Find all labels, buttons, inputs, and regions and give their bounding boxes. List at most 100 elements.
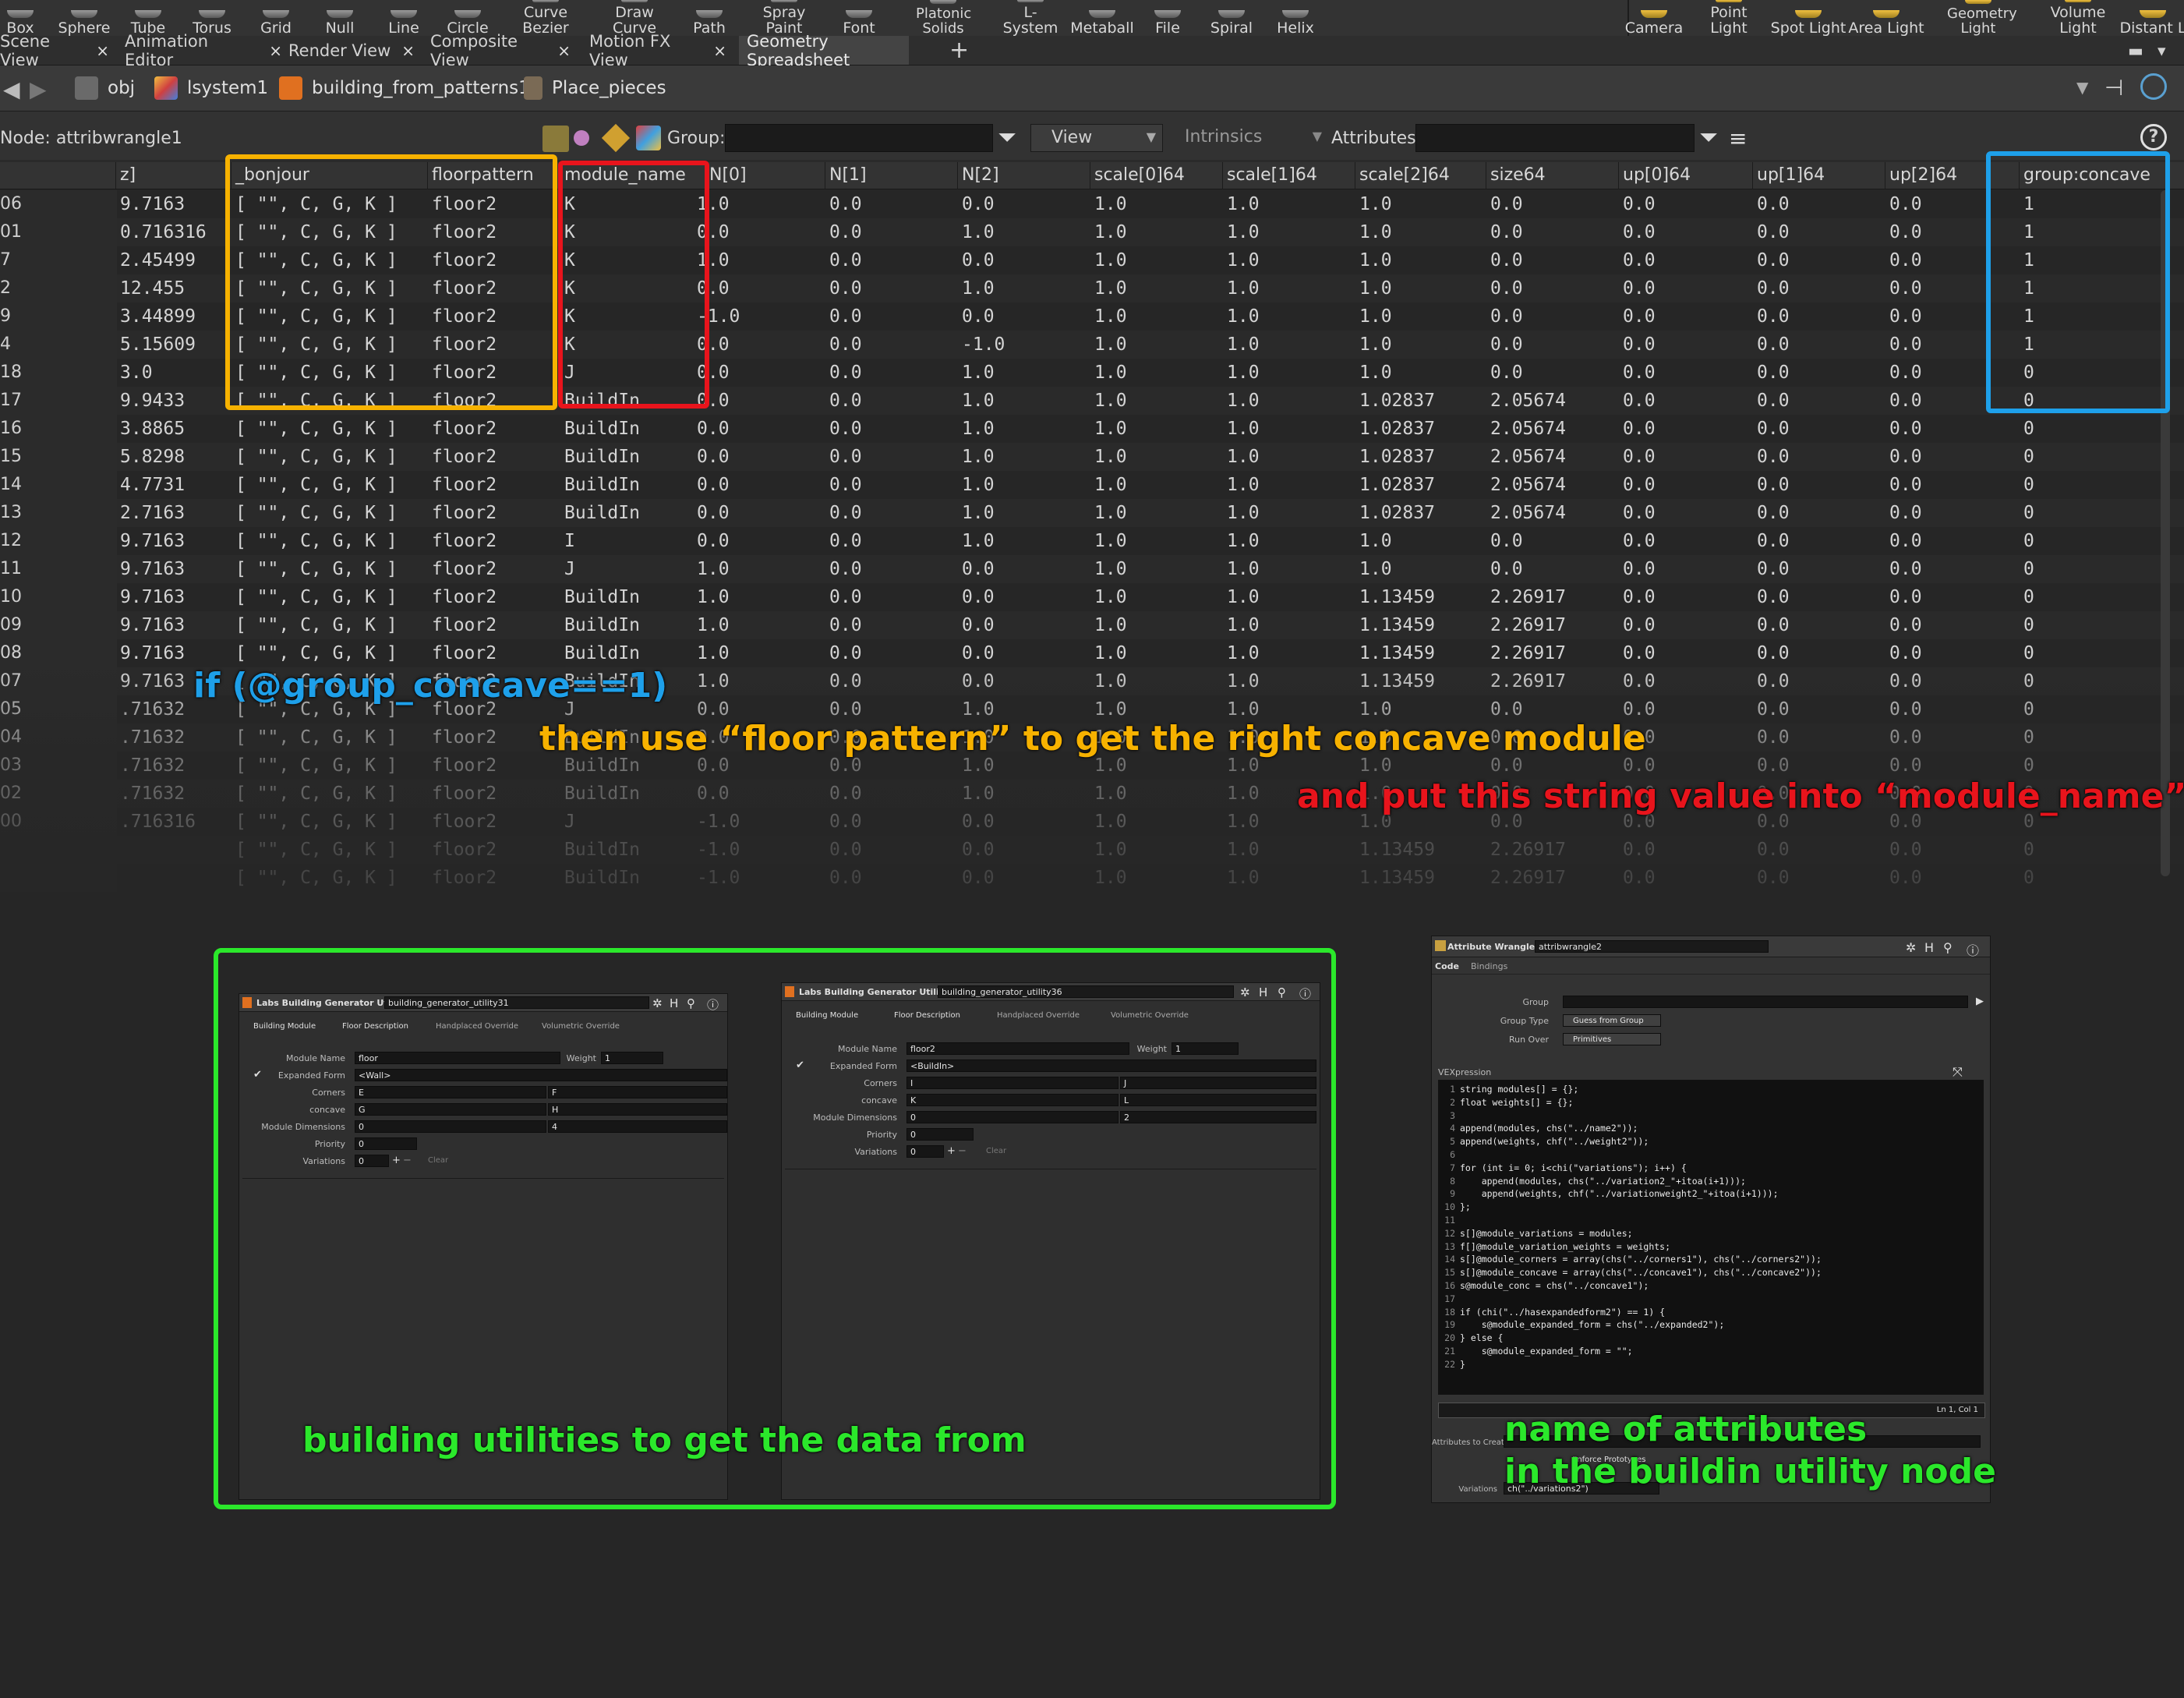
h-icon[interactable]: H xyxy=(1924,940,1934,955)
search-icon[interactable]: ⚲ xyxy=(687,996,695,1010)
group-filter-icon[interactable]: ⏷ xyxy=(998,124,1016,151)
column-header[interactable]: up[2]64 xyxy=(1889,165,1957,185)
table-row[interactable]: 15 5.8298 [ "", C, G, K ] floor2 BuildIn 0.0 0… xyxy=(0,443,2184,471)
column-header[interactable]: N[2] xyxy=(962,165,999,185)
shelf-light-tool-1[interactable]: Point Light xyxy=(1690,0,1768,36)
crumb-obj[interactable]: obj xyxy=(75,73,135,103)
shelf-light-tool-6[interactable]: Distant L xyxy=(2114,0,2184,36)
close-icon[interactable]: × xyxy=(713,41,726,60)
view-dropdown[interactable]: View ▼ xyxy=(1030,124,1163,152)
shelf-tool-10[interactable]: Path xyxy=(678,0,740,36)
primitives-mode-icon[interactable] xyxy=(601,123,631,153)
link-icon[interactable] xyxy=(2140,73,2167,100)
group-field[interactable] xyxy=(1563,996,1968,1008)
add-variation-icon[interactable]: + xyxy=(392,1155,401,1166)
shelf-light-tool-2[interactable]: Spot Light xyxy=(1769,0,1847,36)
table-row[interactable]: 13 2.7163 [ "", C, G, K ] floor2 BuildIn 0.0 0… xyxy=(0,499,2184,527)
shelf-tool-3[interactable]: Torus xyxy=(181,0,243,36)
column-divider[interactable] xyxy=(1752,162,1753,189)
shelf-tool-12[interactable]: Font xyxy=(828,0,890,36)
tab-handplaced-override[interactable]: Handplaced Override xyxy=(997,1011,1080,1020)
table-row[interactable]: 10 9.7163 [ "", C, G, K ] floor2 BuildIn 1.0 0… xyxy=(0,583,2184,611)
column-header[interactable]: size64 xyxy=(1490,165,1546,185)
attributes-filter-icon[interactable]: ⏷ xyxy=(1699,124,1718,151)
module-name-field[interactable]: floor xyxy=(355,1052,560,1064)
variations-field[interactable]: 0 xyxy=(906,1145,944,1158)
tab-scene-view[interactable]: Scene View × xyxy=(0,32,117,69)
gear-icon[interactable]: ✲ xyxy=(652,996,663,1010)
priority-field[interactable]: 0 xyxy=(355,1137,417,1150)
column-divider[interactable] xyxy=(115,162,116,189)
column-header[interactable]: scale[2]64 xyxy=(1359,165,1450,185)
expanded-form-field[interactable]: <BuildIn> xyxy=(906,1059,1316,1072)
close-icon[interactable]: × xyxy=(557,41,571,60)
tab-floor-description[interactable]: Floor Description xyxy=(894,1011,960,1020)
shelf-light-tool-5[interactable]: Volume Light xyxy=(2039,0,2117,36)
shelf-tool-0[interactable]: Box xyxy=(0,0,51,36)
node-name-field[interactable]: attribwrangle2 xyxy=(1535,940,1769,953)
tab-render-view[interactable]: Render View × xyxy=(281,36,430,65)
shelf-tool-13[interactable]: Platonic Solids xyxy=(912,0,974,36)
help-icon[interactable]: ? xyxy=(2140,124,2167,150)
dims-field-2[interactable]: 2 xyxy=(1120,1111,1316,1123)
group-input[interactable] xyxy=(725,124,993,152)
points-mode-icon[interactable] xyxy=(542,126,569,152)
column-header[interactable]: up[1]64 xyxy=(1757,165,1825,185)
pane-layout-icon[interactable]: ▬ xyxy=(2120,36,2151,65)
column-header[interactable]: scale[1]64 xyxy=(1227,165,1317,185)
column-header[interactable]: z] xyxy=(120,165,136,185)
shelf-tool-4[interactable]: Grid xyxy=(245,0,307,36)
info-icon[interactable]: ⓘ xyxy=(1299,985,1311,1002)
column-divider[interactable] xyxy=(957,162,958,189)
table-row[interactable]: [ "", C, G, K ] floor2 BuildIn -1.0 0.0 0.0 1.… xyxy=(0,836,2184,864)
h-icon[interactable]: H xyxy=(670,996,678,1010)
concave-field-2[interactable]: H xyxy=(548,1103,727,1116)
tab-volumetric-override[interactable]: Volumetric Override xyxy=(542,1022,620,1031)
path-dropdown-icon[interactable]: ▼ xyxy=(2076,78,2088,97)
remove-variation-icon[interactable]: − xyxy=(958,1145,967,1157)
attributes-input[interactable] xyxy=(1415,124,1695,152)
table-row[interactable]: 12 9.7163 [ "", C, G, K ] floor2 I 0.0 0.0 1.0 1… xyxy=(0,527,2184,555)
table-row[interactable]: 11 9.7163 [ "", C, G, K ] floor2 J 1.0 0.0 0.0 1… xyxy=(0,555,2184,583)
shelf-tool-1[interactable]: Sphere xyxy=(53,0,115,36)
detail-mode-icon[interactable] xyxy=(636,126,661,150)
shelf-tool-15[interactable]: Metaball xyxy=(1070,0,1134,36)
corners-field-1[interactable]: E xyxy=(355,1086,546,1098)
table-row[interactable]: [ "", C, G, K ] floor2 BuildIn -1.0 0.0 0.0 1.… xyxy=(0,864,2184,892)
forward-arrow-icon[interactable]: ▶ xyxy=(30,76,47,102)
tab-animation-editor[interactable]: Animation Editor × xyxy=(117,32,290,69)
tab-code[interactable]: Code xyxy=(1435,961,1459,971)
corners-field-1[interactable]: I xyxy=(906,1077,1119,1089)
corners-field-2[interactable]: F xyxy=(548,1086,727,1098)
back-arrow-icon[interactable]: ◀ xyxy=(3,76,20,102)
concave-field-1[interactable]: G xyxy=(355,1103,546,1116)
tab-building-module[interactable]: Building Module xyxy=(253,1022,316,1031)
shelf-light-tool-3[interactable]: Area Light xyxy=(1847,0,1925,36)
shelf-tool-2[interactable]: Tube xyxy=(117,0,179,36)
node-name-field[interactable]: building_generator_utility31 xyxy=(384,996,649,1009)
weight-field[interactable]: 1 xyxy=(601,1052,663,1064)
shelf-tool-11[interactable]: Spray Paint xyxy=(753,0,815,36)
shelf-light-tool-0[interactable]: Camera xyxy=(1615,0,1693,36)
tab-motion-fx-view[interactable]: Motion FX View × xyxy=(581,32,734,69)
crumb-building-from-patterns[interactable]: building_from_patterns1 xyxy=(279,73,530,103)
column-header[interactable]: scale[0]64 xyxy=(1094,165,1185,185)
vex-code-editor[interactable]: 1 string modules[] = {}; 2 float weights[] … xyxy=(1438,1080,1984,1395)
group-type-dropdown[interactable]: Guess from Group xyxy=(1563,1014,1661,1027)
intrinsics-dropdown[interactable]: Intrinsics ▼ xyxy=(1169,124,1325,150)
h-icon[interactable]: H xyxy=(1259,985,1267,999)
clear-button[interactable]: Clear xyxy=(428,1156,448,1165)
tab-handplaced-override[interactable]: Handplaced Override xyxy=(436,1022,518,1031)
crumb-place-pieces[interactable]: Place_pieces xyxy=(524,73,666,103)
column-divider[interactable] xyxy=(1222,162,1223,189)
dims-field-1[interactable]: 0 xyxy=(906,1111,1119,1123)
table-row[interactable]: 09 9.7163 [ "", C, G, K ] floor2 BuildIn 1.0 0… xyxy=(0,611,2184,639)
shelf-tool-14[interactable]: L-System xyxy=(999,0,1062,36)
search-icon[interactable]: ⚲ xyxy=(1943,940,1953,955)
info-icon[interactable]: ⓘ xyxy=(707,996,719,1013)
close-icon[interactable]: × xyxy=(401,41,415,60)
code-tools-icon[interactable]: ⤧ xyxy=(1953,1064,1963,1080)
table-row[interactable]: 16 3.8865 [ "", C, G, K ] floor2 BuildIn 0.0 0… xyxy=(0,415,2184,443)
shelf-tool-18[interactable]: Helix xyxy=(1264,0,1327,36)
tab-floor-description[interactable]: Floor Description xyxy=(342,1022,408,1031)
